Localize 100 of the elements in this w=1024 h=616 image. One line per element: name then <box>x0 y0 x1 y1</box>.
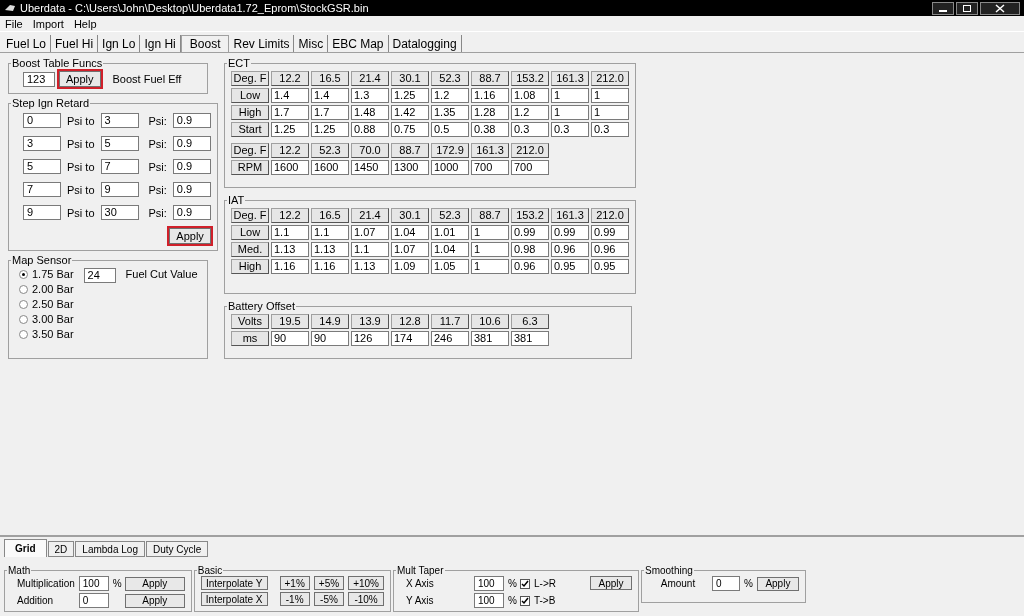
table-cell[interactable]: 0.99 <box>511 225 549 240</box>
input-field[interactable]: 0 <box>23 113 61 128</box>
table-cell[interactable]: 1.05 <box>431 259 469 274</box>
adjust-button[interactable]: +1% <box>279 576 310 590</box>
apply-button[interactable]: Apply <box>590 576 632 590</box>
table-cell[interactable]: 1600 <box>311 160 349 175</box>
checkbox[interactable] <box>520 595 530 606</box>
table-cell[interactable]: 1.1 <box>311 225 349 240</box>
table-cell[interactable]: 0.3 <box>591 122 629 137</box>
tab[interactable]: Ign Lo <box>98 35 141 52</box>
tab[interactable]: Grid <box>4 539 47 557</box>
table-cell[interactable]: 1300 <box>391 160 429 175</box>
close-icon[interactable] <box>980 1 1020 15</box>
input-field[interactable]: 100 <box>474 576 504 591</box>
table-cell[interactable]: 1 <box>471 225 509 240</box>
adjust-button[interactable]: Interpolate X <box>200 592 268 606</box>
table-cell[interactable]: 1.08 <box>511 88 549 103</box>
table-cell[interactable]: 1.25 <box>271 122 309 137</box>
input-field[interactable]: 3 <box>100 113 139 128</box>
input-field[interactable]: 7 <box>100 159 139 174</box>
table-cell[interactable]: 1.16 <box>311 259 349 274</box>
table-cell[interactable]: 700 <box>471 160 509 175</box>
table-cell[interactable]: 1.16 <box>271 259 309 274</box>
table-cell[interactable]: 0.75 <box>391 122 429 137</box>
tab[interactable]: 2D <box>47 541 75 557</box>
adjust-button[interactable]: -10% <box>348 592 384 606</box>
table-cell[interactable]: 0.95 <box>591 259 629 274</box>
table-cell[interactable]: 90 <box>271 331 309 346</box>
input-field[interactable]: 0.9 <box>172 136 211 151</box>
adjust-button[interactable]: -5% <box>313 592 345 606</box>
adjust-button[interactable]: +5% <box>313 576 345 590</box>
table-cell[interactable]: 1.7 <box>271 105 309 120</box>
tab[interactable]: Rev Limits <box>229 35 295 52</box>
table-cell[interactable]: 1 <box>471 259 509 274</box>
table-cell[interactable]: 1.4 <box>271 88 309 103</box>
table-cell[interactable]: 0.95 <box>551 259 589 274</box>
table-cell[interactable]: 1450 <box>351 160 389 175</box>
table-cell[interactable]: 0.98 <box>511 242 549 257</box>
input-field[interactable]: 123 <box>23 71 55 87</box>
table-cell[interactable]: 1.4 <box>311 88 349 103</box>
table-cell[interactable]: 1 <box>591 105 629 120</box>
input-field[interactable]: 0 <box>712 576 740 591</box>
table-cell[interactable]: 1.1 <box>351 242 389 257</box>
tab[interactable]: Boost <box>180 35 230 52</box>
table-cell[interactable]: 381 <box>471 331 509 346</box>
table-cell[interactable]: 1.3 <box>351 88 389 103</box>
apply-button[interactable]: Apply <box>59 71 101 87</box>
input-field[interactable]: 100 <box>474 593 504 608</box>
table-cell[interactable]: 1 <box>551 88 589 103</box>
table-cell[interactable]: 1.13 <box>311 242 349 257</box>
table-cell[interactable]: 1 <box>551 105 589 120</box>
table-cell[interactable]: 1.09 <box>391 259 429 274</box>
table-cell[interactable]: 1.04 <box>431 242 469 257</box>
tab[interactable]: Fuel Hi <box>51 35 99 52</box>
table-cell[interactable]: 0.96 <box>511 259 549 274</box>
adjust-button[interactable]: -1% <box>279 592 310 606</box>
apply-button[interactable]: Apply <box>169 228 211 244</box>
table-cell[interactable]: 1.2 <box>511 105 549 120</box>
table-cell[interactable]: 1.35 <box>431 105 469 120</box>
input-field[interactable]: 9 <box>100 182 139 197</box>
menu-item[interactable]: File <box>0 17 28 30</box>
table-cell[interactable]: 90 <box>311 331 349 346</box>
table-cell[interactable]: 1.7 <box>311 105 349 120</box>
table-cell[interactable]: 0.99 <box>591 225 629 240</box>
table-cell[interactable]: 1.42 <box>391 105 429 120</box>
input-field[interactable]: 0.9 <box>172 113 211 128</box>
tab[interactable]: Misc <box>294 35 329 52</box>
input-field[interactable]: 3 <box>23 136 61 151</box>
radio-option[interactable]: 2.50 Bar <box>19 298 74 310</box>
input-field[interactable]: 9 <box>23 205 61 220</box>
radio-option[interactable]: 3.50 Bar <box>19 328 74 340</box>
table-cell[interactable]: 1.25 <box>311 122 349 137</box>
table-cell[interactable]: 1.13 <box>271 242 309 257</box>
menu-item[interactable]: Help <box>68 17 102 30</box>
maximize-icon[interactable] <box>956 1 978 15</box>
tab[interactable]: EBC Map <box>328 35 389 52</box>
table-cell[interactable]: 1000 <box>431 160 469 175</box>
apply-button[interactable]: Apply <box>124 593 185 608</box>
adjust-button[interactable]: Interpolate Y <box>200 576 268 590</box>
apply-button[interactable]: Apply <box>756 576 799 591</box>
table-cell[interactable]: 1.13 <box>351 259 389 274</box>
table-cell[interactable]: 1.48 <box>351 105 389 120</box>
tab[interactable]: Datalogging <box>388 35 462 52</box>
table-cell[interactable]: 1.28 <box>471 105 509 120</box>
input-field[interactable]: 5 <box>23 159 61 174</box>
table-cell[interactable]: 1.1 <box>271 225 309 240</box>
input-field[interactable]: 24 <box>83 268 116 283</box>
table-cell[interactable]: 0.5 <box>431 122 469 137</box>
table-cell[interactable]: 1.07 <box>391 242 429 257</box>
table-cell[interactable]: 1.16 <box>471 88 509 103</box>
table-cell[interactable]: 174 <box>391 331 429 346</box>
table-cell[interactable]: 1.2 <box>431 88 469 103</box>
input-field[interactable]: 100 <box>78 576 109 591</box>
table-cell[interactable]: 700 <box>511 160 549 175</box>
checkbox[interactable] <box>520 578 530 589</box>
table-cell[interactable]: 0.96 <box>591 242 629 257</box>
input-field[interactable]: 0.9 <box>172 159 211 174</box>
table-cell[interactable]: 381 <box>511 331 549 346</box>
menu-item[interactable]: Import <box>27 17 69 30</box>
table-cell[interactable]: 1.01 <box>431 225 469 240</box>
